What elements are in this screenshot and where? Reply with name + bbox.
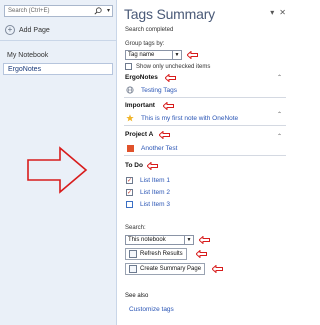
annotation-arrow-icon (165, 74, 176, 82)
annotation-arrow-icon (196, 250, 207, 258)
create-summary-page-button[interactable]: Create Summary Page (125, 263, 206, 275)
close-icon[interactable]: ✕ (279, 8, 286, 17)
star-icon (126, 114, 134, 122)
tags-summary-pane: Tags Summary ▾ ✕ Search completed Group … (118, 0, 292, 325)
search-placeholder: Search (Ctrl+E) (8, 8, 50, 14)
page-list-item[interactable]: ErgoNotes (3, 63, 113, 75)
search-scope-value: This notebook (128, 237, 166, 243)
group-by-select[interactable]: Tag name ▼ (125, 50, 182, 60)
divider (124, 97, 286, 98)
group-by-label: Group tags by: (125, 41, 165, 47)
todo-item[interactable]: ✓ List Item 2 (126, 189, 170, 196)
refresh-label: Refresh Results (140, 251, 183, 257)
checkbox[interactable] (125, 63, 132, 70)
refresh-results-button[interactable]: Refresh Results (125, 248, 187, 260)
collapse-icon[interactable]: ⌃ (277, 74, 282, 81)
see-also-heading: See also (125, 293, 149, 299)
todo-item-label: List Item 1 (140, 177, 170, 184)
search-scope-select[interactable]: This notebook ▼ (125, 235, 194, 245)
tag-item[interactable]: Another Test (126, 144, 177, 152)
tag-item[interactable]: This is my first note with OneNote (126, 114, 238, 122)
customize-tags-link[interactable]: Customize tags (129, 306, 174, 313)
checkbox[interactable] (126, 201, 133, 208)
pane-controls: ▾ ✕ (270, 8, 286, 17)
notebook-name[interactable]: My Notebook (7, 52, 48, 59)
tag-group-heading[interactable]: To Do (125, 162, 143, 169)
page-title: ErgoNotes (8, 65, 42, 73)
checkbox-checked[interactable]: ✓ (126, 177, 133, 184)
show-unchecked-toggle[interactable]: Show only unchecked items (125, 63, 210, 70)
create-summary-label: Create Summary Page (140, 266, 202, 272)
refresh-icon (129, 250, 137, 258)
project-a-icon (126, 144, 134, 152)
chevron-down-icon: ▼ (184, 236, 193, 244)
todo-item[interactable]: List Item 3 (126, 201, 170, 208)
annotation-arrow-icon (159, 131, 170, 139)
divider (0, 40, 117, 41)
tag-item[interactable]: Testing Tags (126, 86, 177, 94)
summary-page-icon (129, 265, 137, 273)
tag-group-heading[interactable]: Important (125, 102, 155, 109)
show-unchecked-label: Show only unchecked items (136, 63, 211, 70)
search-input[interactable]: Search (Ctrl+E) ▾ (4, 5, 113, 17)
checkbox-checked[interactable]: ✓ (126, 189, 133, 196)
search-icon[interactable] (94, 7, 102, 15)
collapse-icon[interactable]: ⌃ (277, 111, 282, 118)
group-by-value: Tag name (128, 52, 155, 58)
search-status: Search completed (125, 27, 174, 33)
tag-item-label: This is my first note with OneNote (141, 114, 239, 122)
annotation-arrow-icon (163, 102, 174, 110)
annotation-arrow-icon (212, 265, 223, 273)
globe-icon (126, 86, 134, 94)
annotation-arrow-icon (147, 162, 158, 170)
search-scope-label: Search: (125, 225, 146, 231)
tag-item-label: Another Test (141, 144, 178, 152)
divider (124, 155, 286, 156)
tag-group-heading[interactable]: Project A (125, 131, 153, 138)
pane-title: Tags Summary (124, 6, 215, 22)
annotation-arrow-large-icon (27, 146, 88, 194)
divider (124, 125, 286, 126)
todo-item-label: List Item 2 (140, 189, 170, 196)
annotation-arrow-icon (187, 51, 198, 59)
todo-item-label: List Item 3 (140, 201, 170, 208)
add-icon: + (5, 25, 15, 35)
todo-item[interactable]: ✓ List Item 1 (126, 177, 170, 184)
search-scope-dropdown-icon[interactable]: ▾ (107, 7, 110, 14)
navigation-sidebar: Search (Ctrl+E) ▾ + Add Page My Notebook… (0, 0, 117, 325)
annotation-arrow-icon (199, 236, 210, 244)
add-page-label: Add Page (19, 26, 50, 34)
collapse-icon[interactable]: ⌃ (277, 133, 282, 140)
chevron-down-icon: ▼ (172, 51, 181, 59)
add-page-button[interactable]: + Add Page (5, 25, 50, 35)
pane-options-icon[interactable]: ▾ (270, 8, 274, 17)
tag-group-heading[interactable]: ErgoNotes (125, 74, 158, 81)
tag-item-label: Testing Tags (141, 86, 178, 94)
